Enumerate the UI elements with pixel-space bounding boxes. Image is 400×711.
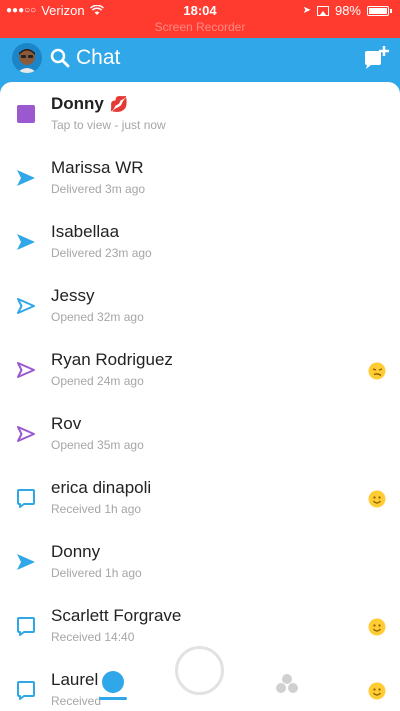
chat-bubble-outline-icon — [16, 488, 36, 508]
kiss-emoji-icon: 💋 — [109, 96, 129, 113]
chat-name-text: Isabellaa — [51, 222, 120, 241]
chat-name: Isabellaa — [51, 222, 119, 242]
smirk-emoji-icon — [368, 362, 386, 380]
chat-name: Scarlett Forgrave — [51, 606, 181, 626]
screen-mirror-icon — [316, 5, 329, 16]
search-icon[interactable] — [50, 48, 70, 68]
chat-row[interactable]: Marissa WR Delivered 3m ago — [0, 146, 400, 210]
avatar[interactable] — [12, 43, 42, 73]
chat-status: Opened 24m ago — [51, 374, 144, 388]
delivered-arrow-icon — [16, 168, 36, 188]
chat-name-text: Marissa WR — [51, 158, 144, 177]
chat-name-text: Ryan Rodriguez — [51, 350, 173, 369]
chat-row[interactable]: Jessy Opened 32m ago — [0, 274, 400, 338]
smile-emoji-icon — [368, 490, 386, 508]
chat-status: Opened 35m ago — [51, 438, 144, 452]
capture-button[interactable] — [175, 646, 224, 695]
chat-name-text: Donny — [51, 542, 101, 561]
chat-row[interactable]: Isabellaa Delivered 23m ago — [0, 210, 400, 274]
snap-unopened-square-icon — [16, 104, 36, 124]
opened-arrow-outline-icon — [16, 360, 36, 380]
delivered-arrow-icon — [16, 552, 36, 572]
status-right: ➤ 98% — [303, 3, 392, 18]
chat-name: erica dinapoli — [51, 478, 151, 498]
chat-name: Donny 💋 — [51, 94, 129, 114]
chat-name-text: Rov — [51, 414, 82, 433]
stories-icon[interactable] — [275, 673, 299, 695]
chat-name: Ryan Rodriguez — [51, 350, 173, 370]
chat-status: Delivered 23m ago — [51, 246, 152, 260]
header-title: Chat — [76, 46, 121, 69]
status-bar: ●●●○○ Verizon 18:04 ➤ 98% Screen Recorde… — [0, 0, 400, 38]
chat-row[interactable]: Donny Delivered 1h ago — [0, 530, 400, 594]
location-arrow-icon: ➤ — [302, 5, 311, 16]
chat-name-text: Jessy — [51, 286, 95, 305]
chat-bubble-outline-icon — [16, 616, 36, 636]
chat-name-text: erica dinapoli — [51, 478, 152, 497]
opened-arrow-outline-icon — [16, 424, 36, 444]
chat-status: Received 1h ago — [51, 502, 142, 516]
chat-list: Donny 💋 Tap to view - just now Marissa WR De… — [0, 82, 400, 711]
chat-name-text: Scarlett Forgrave — [51, 606, 182, 625]
chat-status: Delivered 1h ago — [51, 566, 142, 580]
chat-row[interactable]: erica dinapoli Received 1h ago — [0, 466, 400, 530]
chat-name: Jessy — [51, 286, 94, 306]
chat-row[interactable]: Donny 💋 Tap to view - just now — [0, 82, 400, 146]
nav-chat-icon[interactable] — [102, 671, 124, 693]
battery-tip — [390, 8, 392, 13]
battery-percent: 98% — [334, 3, 361, 18]
chat-name: Marissa WR — [51, 158, 144, 178]
new-chat-icon[interactable] — [362, 44, 390, 72]
chat-row[interactable]: Ryan Rodriguez Opened 24m ago — [0, 338, 400, 402]
chat-status: Delivered 3m ago — [51, 182, 146, 196]
screen-recorder-label: Screen Recorder — [154, 20, 246, 34]
smile-emoji-icon — [368, 618, 386, 636]
chat-status: Tap to view - just now — [51, 118, 166, 132]
header: Chat — [0, 38, 400, 82]
search-area[interactable]: Chat — [50, 46, 120, 70]
chat-name: Donny — [51, 542, 100, 562]
nav-active-indicator — [99, 697, 127, 700]
battery-icon — [367, 5, 389, 16]
opened-arrow-outline-icon — [16, 296, 36, 316]
chat-row[interactable]: Rov Opened 35m ago — [0, 402, 400, 466]
bottom-nav — [0, 640, 400, 711]
chat-name-text: Donny — [51, 94, 104, 113]
chat-name: Rov — [51, 414, 81, 434]
chat-status: Opened 32m ago — [51, 310, 144, 324]
delivered-arrow-icon — [16, 232, 36, 252]
